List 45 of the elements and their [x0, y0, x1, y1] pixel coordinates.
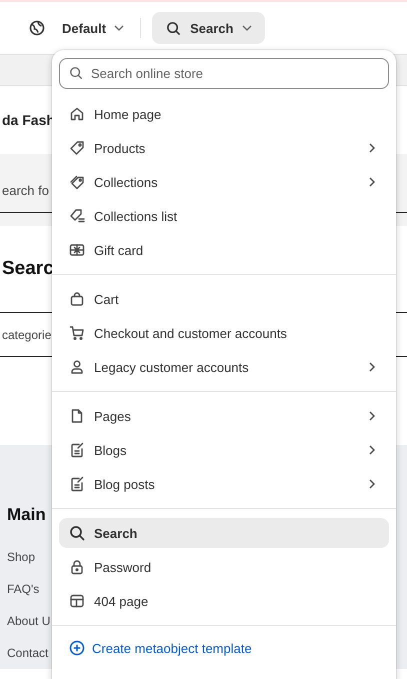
lock-icon: [69, 559, 85, 575]
layout-icon: [69, 593, 85, 609]
menu-item[interactable]: Home page: [59, 99, 389, 129]
footer-link[interactable]: Shop: [7, 550, 36, 564]
menu-item[interactable]: Pages: [59, 401, 389, 431]
menu-item[interactable]: 404 page: [59, 586, 389, 616]
home-icon: [69, 106, 85, 122]
footer-link[interactable]: About U: [7, 614, 50, 628]
menu-item[interactable]: Password: [59, 552, 389, 582]
search-icon: [69, 525, 85, 541]
search-icon: [166, 20, 182, 36]
menu-item[interactable]: Products: [59, 133, 389, 163]
globe-icon: [29, 20, 45, 36]
menu-item[interactable]: Blog posts: [59, 469, 389, 499]
menu-item[interactable]: Checkout and customer accounts: [59, 318, 389, 348]
tag-list-icon: [69, 208, 85, 224]
search-icon: [69, 66, 83, 80]
menu-item[interactable]: Legacy customer accounts: [59, 352, 389, 382]
edit-icon: [69, 442, 85, 458]
page-heading: Searc: [2, 258, 54, 280]
filter-label: categorie: [2, 328, 52, 342]
create-template-link[interactable]: Create metaobject template: [59, 633, 389, 663]
search-field[interactable]: Search online store: [59, 58, 389, 89]
menu-item[interactable]: Cart: [59, 284, 389, 314]
footer-link[interactable]: FAQ's: [7, 582, 40, 596]
bag-icon: [69, 291, 85, 307]
gift-card-icon: [69, 242, 85, 258]
plus-circle-icon: [69, 640, 85, 656]
edit-icon: [69, 476, 85, 492]
footer-link[interactable]: Contact: [7, 646, 48, 660]
tags-icon: [69, 174, 85, 190]
chevron-down-icon: [242, 25, 252, 31]
menu-item[interactable]: Collections: [59, 167, 389, 197]
template-selector[interactable]: Search: [152, 12, 266, 44]
menu-item[interactable]: Gift card: [59, 235, 389, 265]
theme-selector[interactable]: Default: [62, 14, 130, 42]
footer-heading: Main: [7, 505, 46, 525]
menu-item[interactable]: Blogs: [59, 435, 389, 465]
page-icon: [69, 408, 85, 424]
menu-item[interactable]: Collections list: [59, 201, 389, 231]
cart-icon: [69, 325, 85, 341]
menu-item[interactable]: Search: [59, 518, 389, 548]
tag-icon: [69, 140, 85, 156]
chevron-down-icon: [114, 25, 124, 31]
person-icon: [69, 359, 85, 375]
